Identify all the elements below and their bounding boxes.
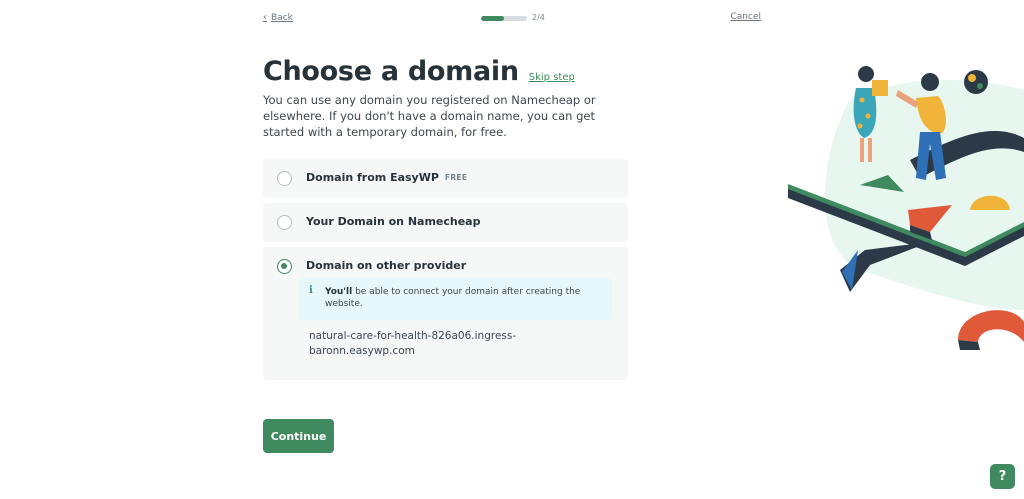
temporary-domain-value: natural-care-for-health-826a06.ingress-b… [309,330,517,357]
step-progress-bar [481,16,527,21]
radio-selected-dot [281,263,287,269]
info-bold-text: You'll [325,287,353,297]
cancel-link[interactable]: Cancel [731,12,762,22]
option-easywp-label: Domain from EasyWP [306,171,439,184]
page-title: Choose a domain [263,56,519,87]
option-label: Domain from EasyWP FREE [306,171,467,184]
back-link[interactable]: ‹ Back [263,12,293,23]
option-other-provider[interactable]: Domain on other provider i You'll be abl… [263,247,628,380]
radio-other-provider[interactable] [277,259,292,274]
top-navigation: ‹ Back 2/4 Cancel [263,12,761,28]
title-row: Choose a domain Skip step [263,56,575,87]
option-label: Domain on other provider [306,259,466,272]
back-label: Back [271,12,293,23]
info-icon: i [309,285,313,296]
help-button[interactable]: ? [990,464,1015,489]
step-counter: 2/4 [532,13,545,22]
step-progress-fill [481,16,504,21]
decorative-illustration [788,66,1024,350]
free-badge: FREE [444,173,468,182]
option-easywp-domain[interactable]: Domain from EasyWP FREE [263,159,628,198]
option-label: Your Domain on Namecheap [306,215,480,228]
skip-step-link[interactable]: Skip step [529,72,575,83]
radio-easywp-domain[interactable] [277,171,292,186]
info-notice: i You'll be able to connect your domain … [299,278,612,320]
info-text: be able to connect your domain after cre… [325,287,581,309]
option-namecheap-domain[interactable]: Your Domain on Namecheap [263,203,628,242]
continue-button[interactable]: Continue [263,419,334,453]
option-other-provider-label: Domain on other provider [306,259,467,272]
radio-namecheap-domain[interactable] [277,215,292,230]
page-description: You can use any domain you registered on… [263,93,596,139]
option-namecheap-label: Your Domain on Namecheap [306,215,481,228]
chevron-left-icon: ‹ [263,12,267,23]
